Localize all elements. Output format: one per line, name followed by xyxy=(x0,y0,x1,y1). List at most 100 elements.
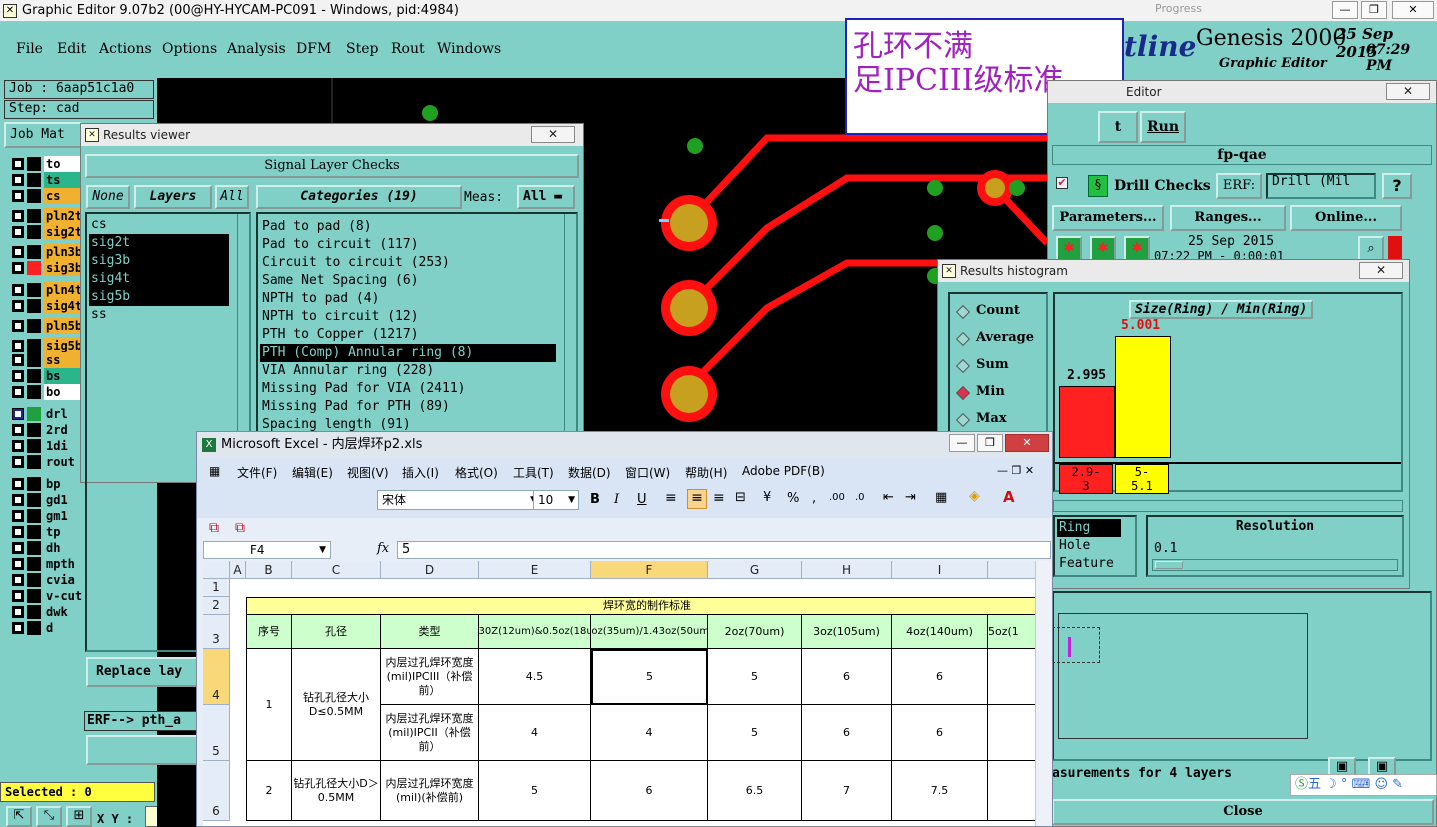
tool-select-icon[interactable]: ⇱ xyxy=(6,806,32,827)
excel-menu-window[interactable]: 窗口(W) xyxy=(625,464,670,481)
layer-color-swatch[interactable] xyxy=(27,157,41,171)
online-button[interactable]: Online... xyxy=(1290,205,1402,231)
layer-checkbox[interactable] xyxy=(12,340,24,352)
pdf-mail-icon[interactable]: ⧉ xyxy=(235,520,245,536)
tool-zoom-icon[interactable]: ⤡ xyxy=(36,806,62,827)
layer-row[interactable]: v-cut xyxy=(10,588,84,604)
hole-size-cell[interactable]: 钻孔孔径大小D≤0.5MM xyxy=(292,649,381,761)
layer-checkbox[interactable] xyxy=(12,174,24,186)
layer-row[interactable]: 1di xyxy=(10,438,84,454)
decrease-indent-icon[interactable]: ⇤ xyxy=(883,490,894,505)
value-cell[interactable]: 4 xyxy=(591,705,708,761)
layer-name[interactable]: tp xyxy=(44,524,84,540)
layer-name[interactable]: 1di xyxy=(44,438,84,454)
stat-min-option[interactable]: Min xyxy=(954,383,1044,403)
layer-color-swatch[interactable] xyxy=(27,407,41,421)
layer-name[interactable]: to xyxy=(44,156,84,172)
category-item[interactable]: PTH to Copper (1217) xyxy=(260,326,556,344)
align-center-icon[interactable]: ≡ xyxy=(687,489,707,509)
layer-row[interactable]: pln4t xyxy=(10,282,84,298)
layer-color-swatch[interactable] xyxy=(27,439,41,453)
currency-icon[interactable]: ¥ xyxy=(763,490,771,505)
minimize-button[interactable]: — xyxy=(1332,1,1358,19)
layer-checkbox[interactable] xyxy=(12,408,24,420)
excel-menu-format[interactable]: 格式(O) xyxy=(455,464,498,481)
layer-checkbox[interactable] xyxy=(12,386,24,398)
row-header-selected[interactable]: 4 xyxy=(203,649,230,705)
category-item[interactable]: Missing Pad for PTH (89) xyxy=(260,398,556,416)
increase-indent-icon[interactable]: ⇥ xyxy=(905,490,916,505)
meas-dropdown[interactable]: All ▬ xyxy=(517,185,575,209)
value-cell[interactable]: 6 xyxy=(802,649,892,705)
layer-row[interactable]: bs xyxy=(10,368,84,384)
restore-button[interactable]: ❐ xyxy=(1361,1,1387,19)
erf-button[interactable]: ERF: xyxy=(1216,173,1262,199)
layer-checkbox[interactable] xyxy=(12,494,24,506)
job-field[interactable]: Job : 6aap51c1a0 xyxy=(4,80,154,99)
layer-name[interactable]: sig2t xyxy=(44,224,84,240)
row-header[interactable]: 1 xyxy=(203,579,230,597)
layer-row[interactable]: rout xyxy=(10,454,84,470)
layer-name[interactable]: dwk xyxy=(44,604,84,620)
layer-color-swatch[interactable] xyxy=(27,525,41,539)
layer-row[interactable]: 2rd xyxy=(10,422,84,438)
fill-color-icon[interactable]: ◈ xyxy=(969,488,980,504)
column-header[interactable]: A xyxy=(230,561,246,579)
bold-button[interactable]: B xyxy=(590,492,600,507)
category-item[interactable]: VIA Annular ring (228) xyxy=(260,362,556,380)
value-cell[interactable]: 4 xyxy=(479,705,591,761)
layer-color-swatch[interactable] xyxy=(27,245,41,259)
layer-name[interactable]: rout xyxy=(44,454,84,470)
histogram-bar-red[interactable] xyxy=(1059,386,1115,458)
column-header[interactable] xyxy=(988,561,1035,579)
index-cell[interactable]: 1 xyxy=(246,649,292,761)
excel-doc-controls[interactable]: — ❐ ✕ xyxy=(997,464,1034,477)
layers-button[interactable]: Layers xyxy=(134,185,212,209)
layer-row[interactable]: to xyxy=(10,156,84,172)
editor-close-icon[interactable]: ✕ xyxy=(1386,83,1430,100)
category-item[interactable]: Pad to circuit (117) xyxy=(260,236,556,254)
layer-color-swatch[interactable] xyxy=(27,605,41,619)
value-cell[interactable]: 6.5 xyxy=(708,761,802,821)
layer-checkbox[interactable] xyxy=(12,456,24,468)
layer-name[interactable]: ss xyxy=(44,352,84,368)
layer-color-swatch[interactable] xyxy=(27,557,41,571)
layer-name[interactable]: bs xyxy=(44,368,84,384)
layer-color-swatch[interactable] xyxy=(27,261,41,275)
layer-name[interactable]: bo xyxy=(44,384,84,400)
header-cell[interactable]: 孔径 xyxy=(292,615,381,649)
layer-color-swatch[interactable] xyxy=(27,385,41,399)
layer-row[interactable]: gm1 xyxy=(10,508,84,524)
layer-name[interactable]: bp xyxy=(44,476,84,492)
column-header[interactable]: E xyxy=(479,561,591,579)
value-cell[interactable]: 6 xyxy=(802,705,892,761)
font-color-icon[interactable]: A xyxy=(1003,488,1015,506)
value-cell[interactable]: 5 xyxy=(708,649,802,705)
layer-row[interactable]: pln2t xyxy=(10,208,84,224)
result-layer-item[interactable]: sig5b xyxy=(89,288,229,306)
layer-row[interactable]: tp xyxy=(10,524,84,540)
excel-menu-tools[interactable]: 工具(T) xyxy=(513,464,554,481)
layer-checkbox[interactable] xyxy=(12,246,24,258)
layer-row[interactable]: ss xyxy=(10,352,84,368)
category-item[interactable]: Same Net Spacing (6) xyxy=(260,272,556,290)
row-header[interactable]: 3 xyxy=(203,615,230,649)
excel-vertical-scrollbar[interactable] xyxy=(1035,561,1051,826)
formula-input[interactable]: 5 xyxy=(397,541,1051,559)
merge-center-icon[interactable]: ⊟ xyxy=(735,490,746,505)
layer-color-swatch[interactable] xyxy=(27,477,41,491)
layer-color-swatch[interactable] xyxy=(27,299,41,313)
increase-decimal-icon[interactable]: .00 xyxy=(829,492,845,503)
column-header[interactable]: C xyxy=(292,561,381,579)
layer-color-swatch[interactable] xyxy=(27,353,41,367)
layer-color-swatch[interactable] xyxy=(27,209,41,223)
layer-checkbox[interactable] xyxy=(12,262,24,274)
layer-color-swatch[interactable] xyxy=(27,621,41,635)
editor-tab[interactable]: t xyxy=(1098,111,1138,143)
layer-name[interactable]: cs xyxy=(44,188,84,204)
header-cell[interactable]: 4oz(140um) xyxy=(892,615,988,649)
ranges-button[interactable]: Ranges... xyxy=(1170,205,1286,231)
stat-sum-option[interactable]: Sum xyxy=(954,356,1044,376)
excel-minimize-button[interactable]: — xyxy=(949,434,975,452)
layer-checkbox[interactable] xyxy=(12,158,24,170)
